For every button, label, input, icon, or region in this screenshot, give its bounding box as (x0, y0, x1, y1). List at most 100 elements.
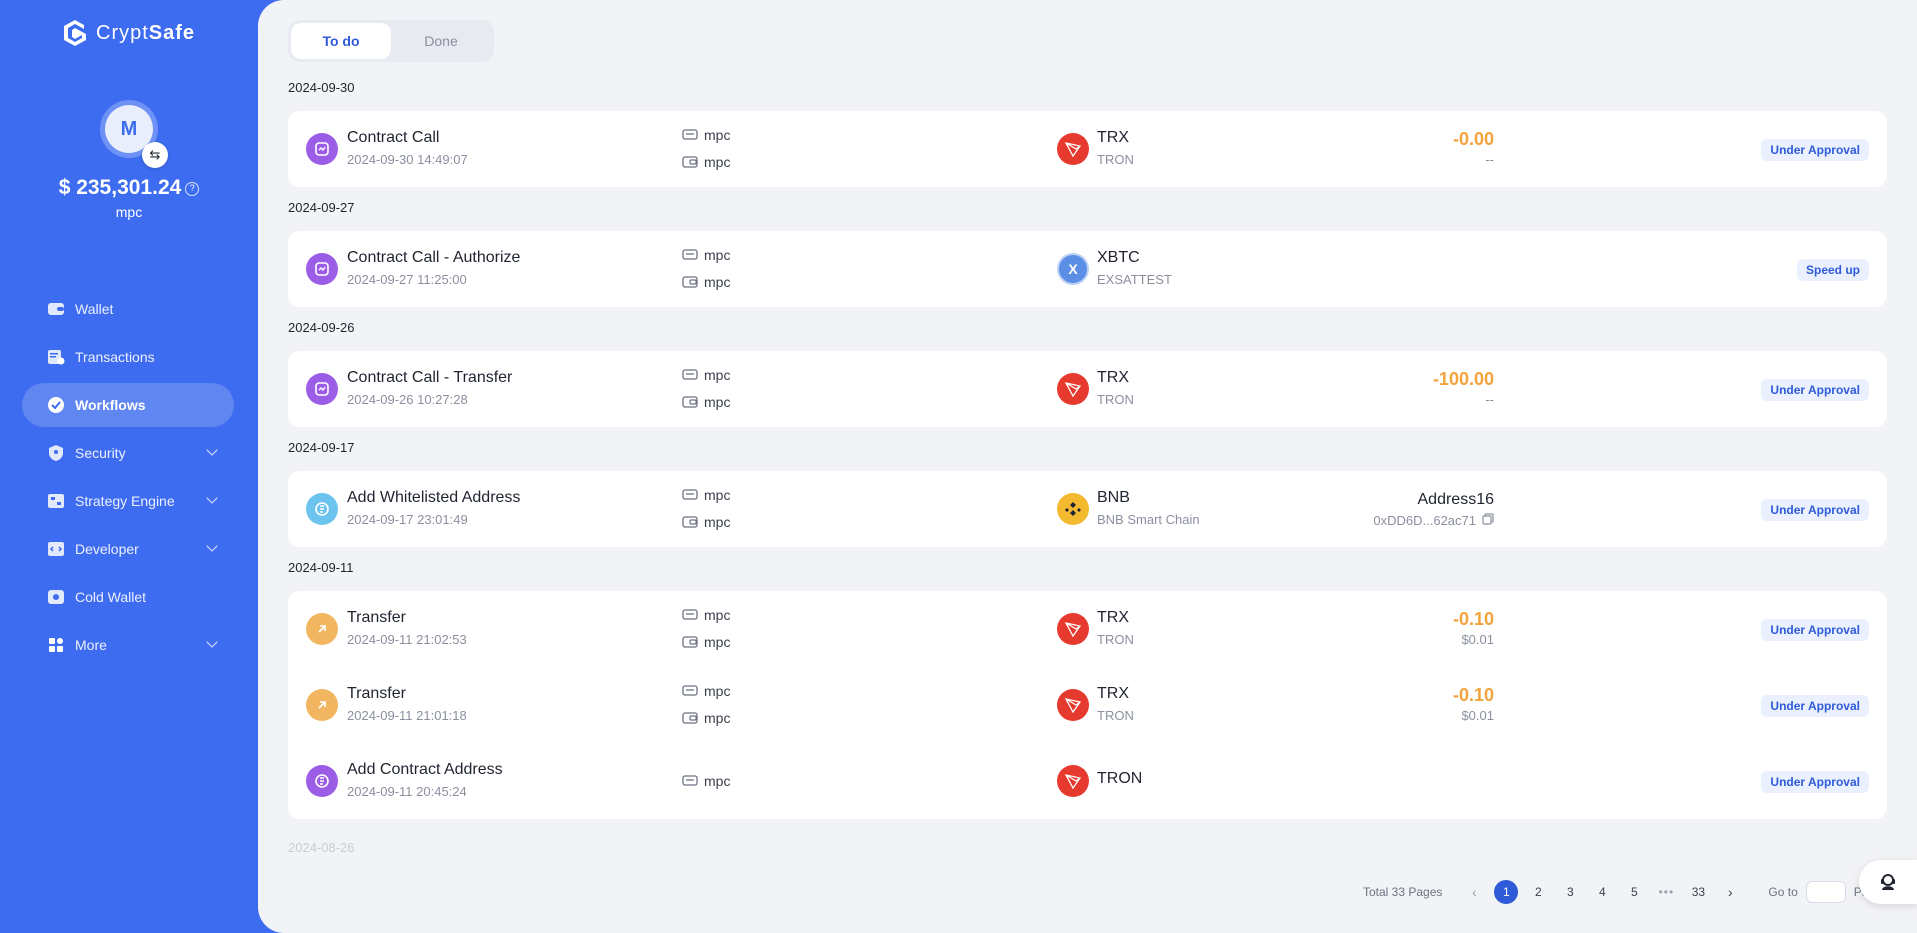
page-button[interactable]: 4 (1590, 880, 1614, 904)
group-date: 2024-09-17 (288, 440, 355, 455)
wallet-label: mpc (704, 274, 731, 290)
group-date: 2024-09-11 (288, 560, 354, 575)
group-date: 2024-09-27 (288, 200, 355, 215)
wallet-account: mpc (682, 514, 730, 530)
wallet-icon (682, 156, 698, 168)
switch-account-icon[interactable]: ⇆ (142, 142, 168, 168)
more-pages-icon[interactable]: ••• (1654, 880, 1678, 904)
wallet-label: mpc (704, 394, 731, 410)
initiator-label: mpc (704, 607, 731, 623)
wallet-label: mpc (704, 710, 731, 726)
sidebar-item-developer[interactable]: Developer (22, 527, 234, 571)
workflow-row[interactable]: Contract Call - Authorize 2024-09-27 11:2… (288, 231, 1887, 307)
workflow-row[interactable]: Transfer 2024-09-11 21:02:53 mpc mpc TRX TRON… (288, 591, 1887, 667)
coin-network: EXSATTEST (1097, 272, 1172, 287)
chevron-down-icon (206, 636, 218, 648)
initiator: mpc (682, 247, 730, 263)
logo[interactable]: CryptSafe (62, 18, 195, 48)
tron-coin-icon (1057, 133, 1089, 165)
initiator-label: mpc (704, 367, 731, 383)
tron-coin-icon (1057, 613, 1089, 645)
sidebar-item-wallet[interactable]: Wallet (22, 287, 234, 331)
sidebar-item-transactions[interactable]: Transactions (22, 335, 234, 379)
amount: -0.10 (1452, 685, 1494, 705)
initiator: mpc (682, 367, 730, 383)
prev-page-icon[interactable]: ‹ (1462, 880, 1486, 904)
workflow-card: Transfer 2024-09-11 21:02:53 mpc mpc TRX TRON… (288, 591, 1887, 819)
developer-icon (46, 539, 66, 559)
workflow-row[interactable]: Transfer 2024-09-11 21:01:18 mpc mpc TRX TRON… (288, 667, 1887, 743)
coin-network: TRON (1097, 392, 1134, 407)
initiator-label: mpc (704, 773, 731, 789)
coin-network: TRON (1097, 708, 1134, 723)
sidebar-nav: Wallet Transactions Workflows Security Strat… (22, 287, 234, 671)
status-badge[interactable]: Under Approval (1761, 619, 1869, 641)
goto-page-input[interactable] (1805, 881, 1846, 903)
amount-fiat: -- (1485, 152, 1494, 167)
tab-done[interactable]: Done (391, 23, 491, 59)
wallet-account: mpc (682, 274, 730, 290)
status-badge[interactable]: Under Approval (1761, 379, 1869, 401)
page-button[interactable]: 1 (1494, 880, 1519, 904)
workflow-tabs: To do Done (288, 20, 494, 62)
sidebar-item-label: Developer (75, 541, 139, 557)
workflow-row[interactable]: Add Contract Address 2024-09-11 20:45:24 m… (288, 743, 1887, 819)
chevron-down-icon (206, 492, 218, 504)
help-icon[interactable]: ? (185, 182, 200, 196)
status-badge[interactable]: Under Approval (1761, 771, 1869, 793)
grid-icon (46, 635, 66, 655)
wallet-icon (682, 636, 698, 648)
avatar[interactable]: M ⇆ (100, 100, 168, 168)
address-text: 0xDD6D...62ac71 (1373, 513, 1476, 528)
workflow-row[interactable]: Add Whitelisted Address 2024-09-17 23:01:… (288, 471, 1887, 547)
status-badge[interactable]: Under Approval (1761, 499, 1869, 521)
coin-symbol: TRX (1097, 129, 1129, 146)
sidebar-item-strategy-engine[interactable]: Strategy Engine (22, 479, 234, 523)
next-page-icon[interactable]: › (1718, 880, 1742, 904)
sidebar-item-cold-wallet[interactable]: Cold Wallet (22, 575, 234, 619)
workflow-time: 2024-09-11 20:45:24 (347, 784, 467, 799)
coin-symbol: TRX (1097, 609, 1129, 626)
tab-to-do[interactable]: To do (291, 23, 391, 59)
workflow-time: 2024-09-26 10:27:28 (347, 392, 468, 407)
status-badge[interactable]: Under Approval (1761, 139, 1869, 161)
page-button[interactable]: 33 (1686, 880, 1710, 904)
workflow-card: Contract Call - Transfer 2024-09-26 10:27… (288, 351, 1887, 427)
wallet-icon (46, 299, 66, 319)
wallet-account: mpc (682, 710, 730, 726)
amount: -0.10 (1452, 609, 1494, 629)
amount-fiat: $0.01 (1461, 708, 1494, 723)
sidebar-item-more[interactable]: More (22, 623, 234, 667)
status-badge[interactable]: Speed up (1796, 259, 1869, 281)
workflow-row[interactable]: Contract Call - Transfer 2024-09-26 10:27… (288, 351, 1887, 427)
check-circle-icon (46, 395, 66, 415)
initiator-label: mpc (704, 247, 731, 263)
tron-coin-icon (1057, 765, 1089, 797)
monitor-icon (682, 685, 698, 696)
sidebar-item-label: Cold Wallet (75, 589, 147, 605)
support-button[interactable] (1859, 860, 1917, 904)
wallet-label: mpc (704, 514, 731, 530)
sidebar-item-security[interactable]: Security (22, 431, 234, 475)
sidebar-item-label: Security (75, 445, 126, 461)
support-agent-icon (1881, 874, 1895, 890)
workflow-title: Contract Call - Authorize (347, 249, 521, 266)
page-button[interactable]: 5 (1622, 880, 1646, 904)
workflow-title: Add Contract Address (347, 761, 503, 778)
xbtc-coin-icon: X (1057, 253, 1089, 285)
group-date: 2024-08-26 (288, 840, 355, 855)
sidebar-item-label: Strategy Engine (75, 493, 175, 509)
group-date: 2024-09-30 (288, 80, 355, 95)
pagination: Total 33 Pages ‹ 12345•••33 › Go to Page (1363, 880, 1882, 904)
page-button[interactable]: 3 (1558, 880, 1582, 904)
workflow-title: Contract Call - Transfer (347, 369, 513, 386)
initiator-label: mpc (704, 487, 731, 503)
page-button[interactable]: 2 (1526, 880, 1550, 904)
sidebar-item-workflows[interactable]: Workflows (22, 383, 234, 427)
workflow-card: Contract Call 2024-09-30 14:49:07 mpc mpc TR… (288, 111, 1887, 187)
copy-icon[interactable] (1482, 513, 1494, 528)
workflow-row[interactable]: Contract Call 2024-09-30 14:49:07 mpc mpc TR… (288, 111, 1887, 187)
initiator-label: mpc (704, 127, 731, 143)
status-badge[interactable]: Under Approval (1761, 695, 1869, 717)
amount: -100.00 (1432, 369, 1494, 389)
